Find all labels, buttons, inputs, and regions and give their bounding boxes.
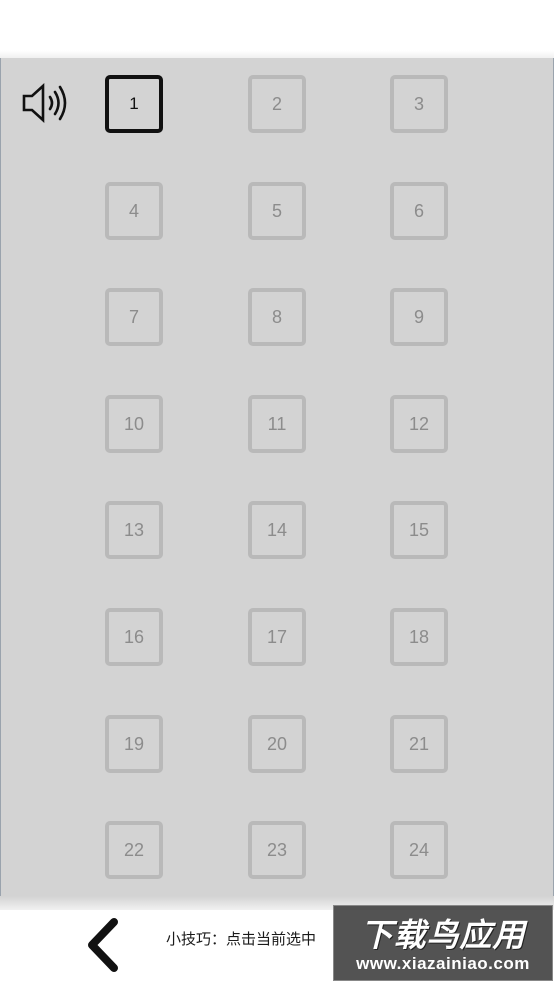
watermark-title: 下载鸟应用 xyxy=(360,916,526,954)
level-button-14[interactable]: 14 xyxy=(248,501,306,559)
level-number: 7 xyxy=(128,306,139,327)
level-button-12[interactable]: 12 xyxy=(390,395,448,453)
back-button[interactable] xyxy=(82,918,126,972)
level-button-6[interactable]: 6 xyxy=(390,182,448,240)
level-number: 1 xyxy=(129,94,139,113)
level-number: 18 xyxy=(408,626,430,647)
level-grid: 1 2 3 4 5 6 7 8 9 10 11 12 13 14 15 16 17 18 19 20 21 22 23 24 xyxy=(0,0,554,984)
level-number: 2 xyxy=(271,93,282,114)
tip-text: 小技巧：点击当前选中 xyxy=(166,930,317,948)
level-number: 5 xyxy=(271,200,282,221)
level-button-4[interactable]: 4 xyxy=(105,182,163,240)
level-button-18[interactable]: 18 xyxy=(390,608,448,666)
level-number: 8 xyxy=(271,306,282,327)
level-number: 14 xyxy=(266,519,288,540)
watermark-url: www.xiazainiao.com xyxy=(356,954,530,973)
level-button-13[interactable]: 13 xyxy=(105,501,163,559)
level-button-3[interactable]: 3 xyxy=(390,75,448,133)
level-number: 17 xyxy=(266,626,288,647)
level-button-22[interactable]: 22 xyxy=(105,821,163,879)
level-button-9[interactable]: 9 xyxy=(390,288,448,346)
watermark-logo: 下载鸟应用 www.xiazainiao.com xyxy=(333,905,553,981)
level-number: 4 xyxy=(128,200,139,221)
level-number: 20 xyxy=(266,733,288,754)
level-number: 6 xyxy=(413,200,424,221)
level-button-24[interactable]: 24 xyxy=(390,821,448,879)
level-button-17[interactable]: 17 xyxy=(248,608,306,666)
level-number: 21 xyxy=(408,733,430,754)
level-button-21[interactable]: 21 xyxy=(390,715,448,773)
level-number: 3 xyxy=(413,93,424,114)
level-button-15[interactable]: 15 xyxy=(390,501,448,559)
level-button-8[interactable]: 8 xyxy=(248,288,306,346)
level-button-20[interactable]: 20 xyxy=(248,715,306,773)
level-number: 9 xyxy=(413,306,424,327)
level-button-2[interactable]: 2 xyxy=(248,75,306,133)
level-button-1[interactable]: 1 xyxy=(105,75,163,133)
level-number: 24 xyxy=(408,839,430,860)
level-number: 23 xyxy=(266,839,288,860)
level-button-11[interactable]: 11 xyxy=(248,395,306,453)
level-button-19[interactable]: 19 xyxy=(105,715,163,773)
level-number: 11 xyxy=(267,413,287,434)
level-button-23[interactable]: 23 xyxy=(248,821,306,879)
level-number: 16 xyxy=(123,626,145,647)
level-number: 22 xyxy=(123,839,145,860)
level-number: 12 xyxy=(408,413,430,434)
level-number: 19 xyxy=(123,733,145,754)
level-select-screen: 1 2 3 4 5 6 7 8 9 10 11 12 13 14 15 16 17 18 19 20 21 22 23 24 … xyxy=(0,0,554,984)
level-button-5[interactable]: 5 xyxy=(248,182,306,240)
chevron-left-icon xyxy=(88,918,118,972)
level-button-10[interactable]: 10 xyxy=(105,395,163,453)
level-button-16[interactable]: 16 xyxy=(105,608,163,666)
level-number: 15 xyxy=(408,519,430,540)
level-number: 10 xyxy=(123,413,145,434)
level-button-7[interactable]: 7 xyxy=(105,288,163,346)
level-number: 13 xyxy=(123,519,145,540)
